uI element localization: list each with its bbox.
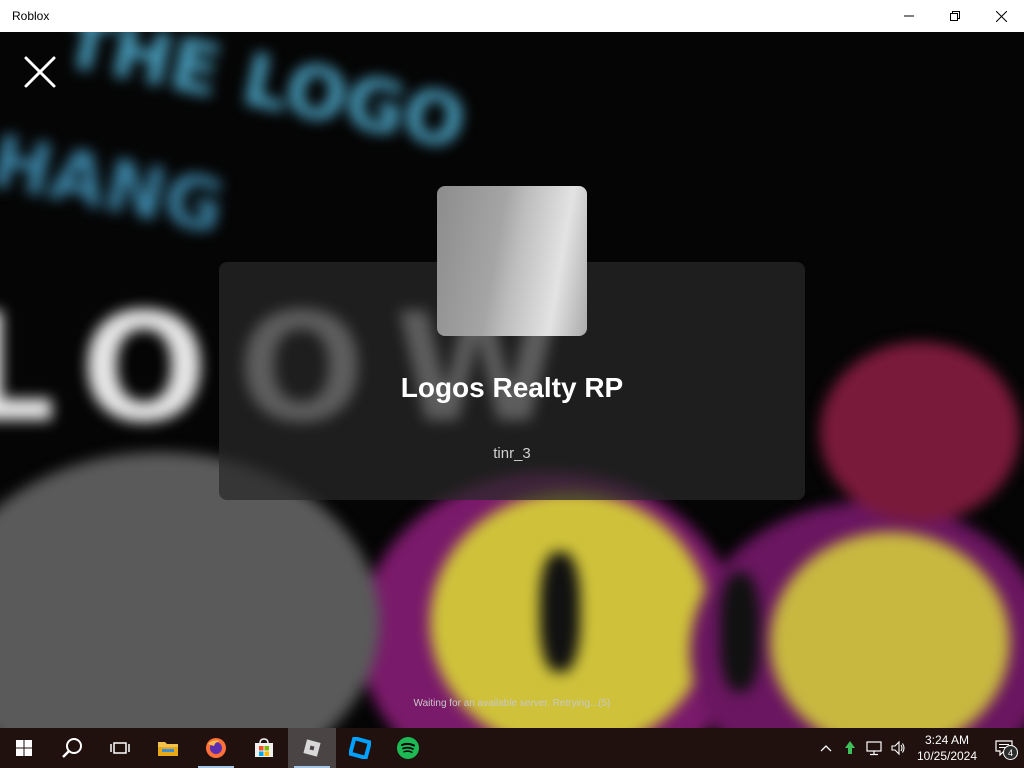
roblox-studio-button[interactable] [336, 728, 384, 768]
search-icon [62, 738, 82, 758]
task-view-icon [110, 742, 130, 754]
file-explorer-button[interactable] [144, 728, 192, 768]
window-title: Roblox [12, 9, 50, 23]
network-icon [866, 741, 882, 756]
close-window-button[interactable] [978, 0, 1024, 32]
speaker-icon [891, 740, 905, 756]
volume-button[interactable] [886, 728, 910, 768]
game-title: Logos Realty RP [400, 372, 624, 403]
network-button[interactable] [862, 728, 886, 768]
search-button[interactable] [48, 728, 96, 768]
action-center-button[interactable]: 4 [984, 728, 1024, 768]
chevron-up-icon [820, 745, 832, 752]
title-bar: Roblox [0, 0, 1024, 32]
microsoft-store-button[interactable] [240, 728, 288, 768]
windows-icon [16, 740, 32, 756]
minimize-icon [904, 15, 914, 17]
status-message: Waiting for an available server. Retryin… [413, 698, 611, 709]
spotify-icon [397, 737, 419, 759]
system-tray: 3:24 AM 10/25/2024 4 [814, 728, 1024, 768]
restore-icon [950, 11, 960, 21]
clock[interactable]: 3:24 AM 10/25/2024 [910, 732, 984, 764]
roblox-studio-icon [349, 737, 371, 759]
store-icon [255, 738, 273, 757]
notification-count-badge: 4 [1003, 745, 1018, 760]
bg-text-hang: HANG [0, 118, 232, 250]
start-button[interactable] [0, 728, 48, 768]
close-icon [995, 10, 1007, 22]
spotify-button[interactable] [384, 728, 432, 768]
recycle-icon [845, 741, 855, 754]
taskbar: 3:24 AM 10/25/2024 4 [0, 728, 1024, 768]
tray-app-button[interactable] [838, 728, 862, 768]
game-thumbnail [437, 186, 587, 336]
roblox-button[interactable] [288, 728, 336, 768]
clock-time: 3:24 AM [924, 733, 970, 747]
clock-date: 10/25/2024 [916, 749, 978, 763]
task-view-button[interactable] [96, 728, 144, 768]
folder-icon [158, 742, 178, 756]
roblox-icon [303, 739, 321, 757]
firefox-button[interactable] [192, 728, 240, 768]
restore-button[interactable] [932, 0, 978, 32]
game-creator: tinr_3 [493, 445, 531, 462]
game-viewport: THE LOGO HANG LOOW Logos Realty RP tinr_… [0, 32, 1024, 728]
close-icon[interactable] [22, 54, 58, 90]
minimize-button[interactable] [886, 0, 932, 32]
firefox-icon [206, 738, 226, 758]
show-hidden-icons-button[interactable] [814, 728, 838, 768]
